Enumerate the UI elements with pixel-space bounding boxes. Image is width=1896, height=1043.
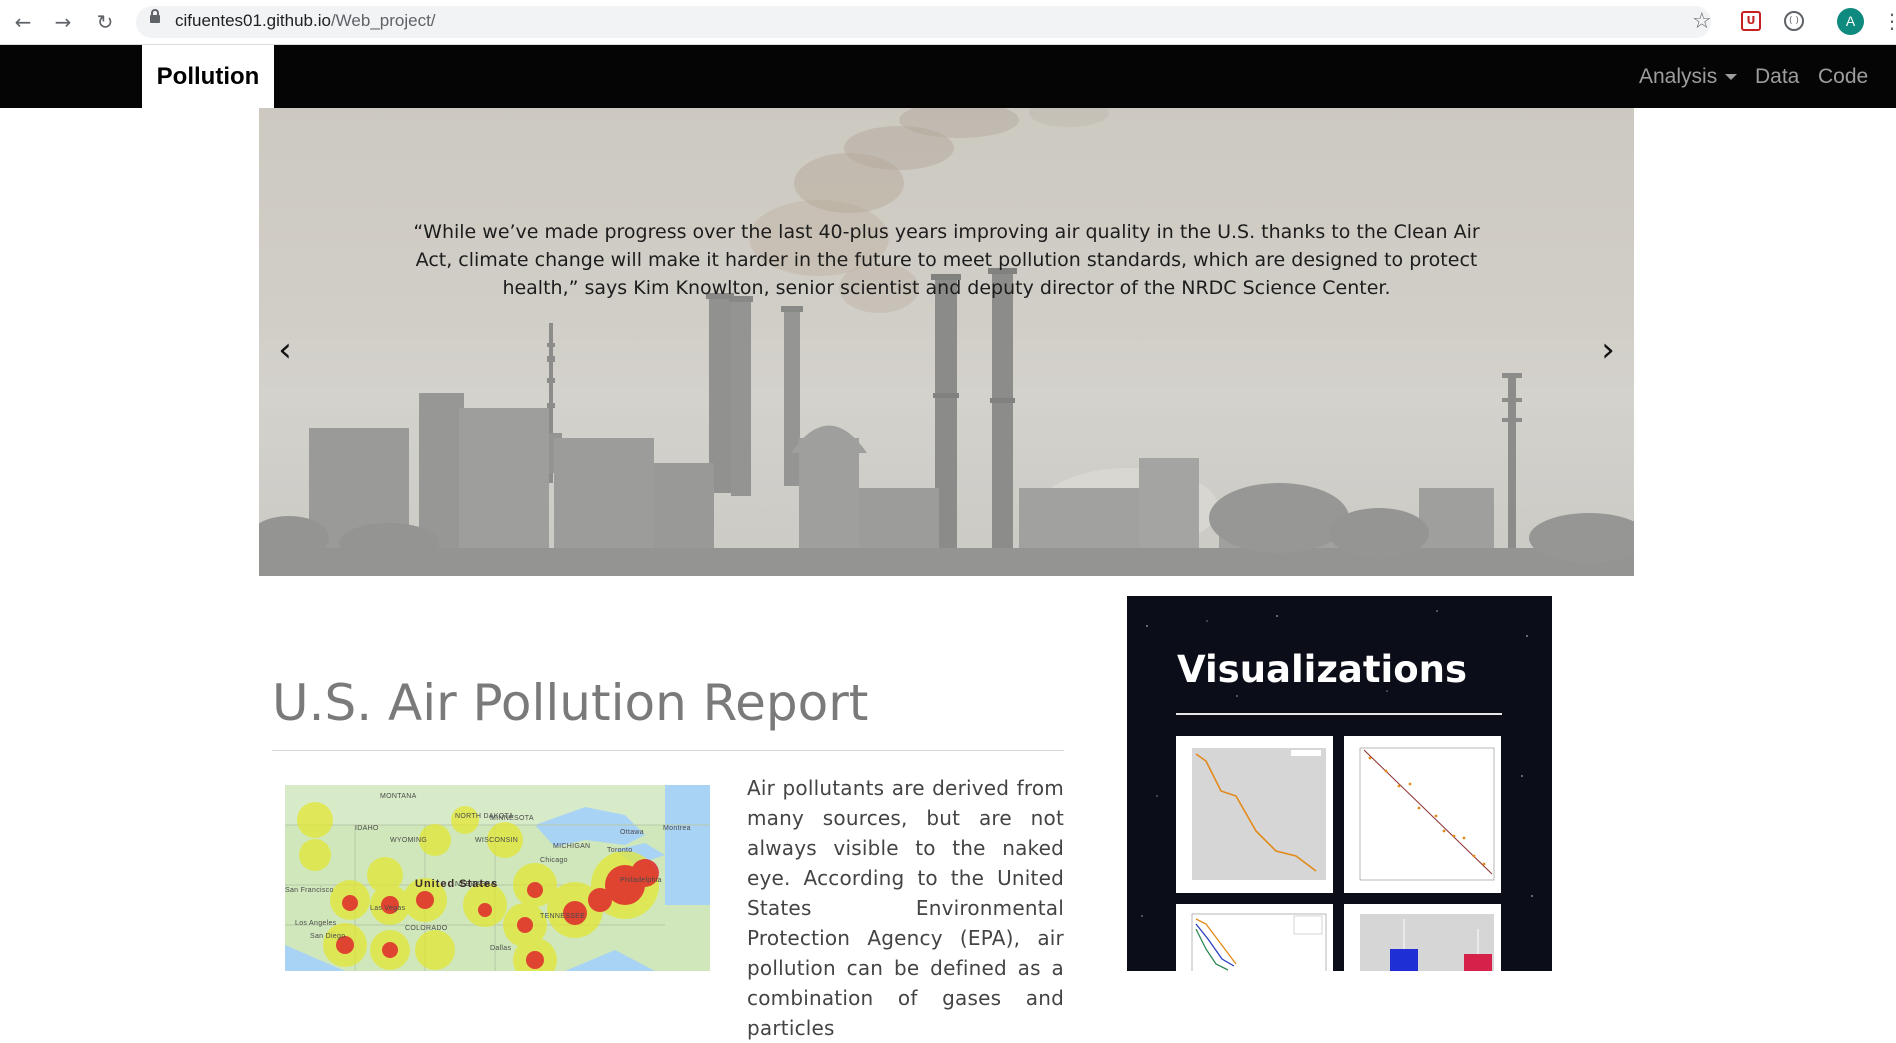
map-label: Toronto bbox=[607, 847, 633, 854]
browser-toolbar: ← → ↻ cifuentes01.github.io/Web_project/… bbox=[0, 0, 1896, 45]
map-label: MONTANA bbox=[380, 793, 417, 800]
reload-icon[interactable]: ↻ bbox=[94, 11, 116, 33]
hero-carousel: “While we’ve made progress over the last… bbox=[259, 108, 1634, 576]
pollution-heatmap-image: MONTANA NORTH DAKOTA MINNESOTA IDAHO WYOMING… bbox=[285, 785, 710, 971]
carousel-prev-icon[interactable]: ‹ bbox=[270, 330, 300, 370]
map-label: Los Angeles bbox=[295, 920, 337, 927]
map-label: United States bbox=[415, 878, 499, 890]
map-label: Dallas bbox=[490, 945, 512, 952]
visualizations-panel: Visualizations bbox=[1127, 596, 1552, 971]
nav-code-link[interactable]: Code bbox=[1818, 45, 1868, 108]
map-label: Las Vegas bbox=[370, 905, 406, 912]
industrial-skyline-image bbox=[259, 108, 1634, 576]
map-label: WISCONSIN bbox=[475, 837, 519, 844]
map-label: San Diego bbox=[310, 933, 346, 940]
map-label: IDAHO bbox=[355, 825, 379, 832]
back-arrow-icon[interactable]: ← bbox=[12, 11, 34, 33]
profile-avatar[interactable]: A bbox=[1837, 8, 1864, 35]
url-host: cifuentes01.github.io bbox=[175, 11, 331, 30]
lock-icon bbox=[150, 9, 160, 23]
map-label: COLORADO bbox=[405, 925, 448, 932]
map-label: Chicago bbox=[540, 857, 568, 864]
url-path: /Web_project/ bbox=[330, 11, 436, 30]
map-label: San Francisco bbox=[285, 887, 334, 894]
forward-arrow-icon[interactable]: → bbox=[52, 11, 74, 33]
url-text[interactable]: cifuentes01.github.io/Web_project/ bbox=[175, 11, 436, 31]
viz-thumbnail-bar-chart[interactable] bbox=[1344, 904, 1501, 971]
carousel-next-icon[interactable]: › bbox=[1593, 330, 1623, 370]
nav-data-link[interactable]: Data bbox=[1755, 45, 1799, 108]
nav-analysis-dropdown[interactable]: Analysis bbox=[1639, 45, 1738, 108]
extension-circle-icon[interactable]: ( ) bbox=[1784, 11, 1804, 31]
browser-menu-icon[interactable]: ⋮ bbox=[1882, 9, 1896, 33]
brand-link[interactable]: Pollution bbox=[142, 45, 274, 108]
map-label: TENNESSEE bbox=[540, 913, 586, 920]
site-navbar: Pollution Analysis Data Code bbox=[0, 45, 1896, 108]
visualizations-divider bbox=[1176, 713, 1502, 715]
carousel-quote: “While we’ve made progress over the last… bbox=[413, 221, 1480, 299]
caret-down-icon bbox=[1725, 74, 1738, 81]
map-label: Montrea bbox=[663, 825, 691, 832]
title-divider bbox=[272, 750, 1064, 751]
page-title: U.S. Air Pollution Report bbox=[272, 674, 869, 732]
report-body-text: Air pollutants are derived from many sou… bbox=[747, 776, 1064, 1040]
nav-analysis-label: Analysis bbox=[1639, 65, 1718, 88]
viz-thumbnail-multi-line[interactable] bbox=[1176, 904, 1333, 971]
map-label: MINNESOTA bbox=[490, 815, 534, 822]
map-label: WYOMING bbox=[390, 837, 428, 844]
visualizations-heading: Visualizations bbox=[1177, 648, 1468, 691]
map-label: MICHIGAN bbox=[553, 843, 591, 850]
bookmark-star-icon[interactable]: ☆ bbox=[1692, 9, 1712, 34]
map-label: Ottawa bbox=[620, 829, 644, 836]
map-label: Philadelphia bbox=[620, 877, 662, 884]
extension-shield-icon[interactable]: U bbox=[1741, 11, 1761, 31]
viz-thumbnail-scatter-regression[interactable] bbox=[1344, 736, 1501, 893]
viz-thumbnail-line-trend[interactable] bbox=[1176, 736, 1333, 893]
